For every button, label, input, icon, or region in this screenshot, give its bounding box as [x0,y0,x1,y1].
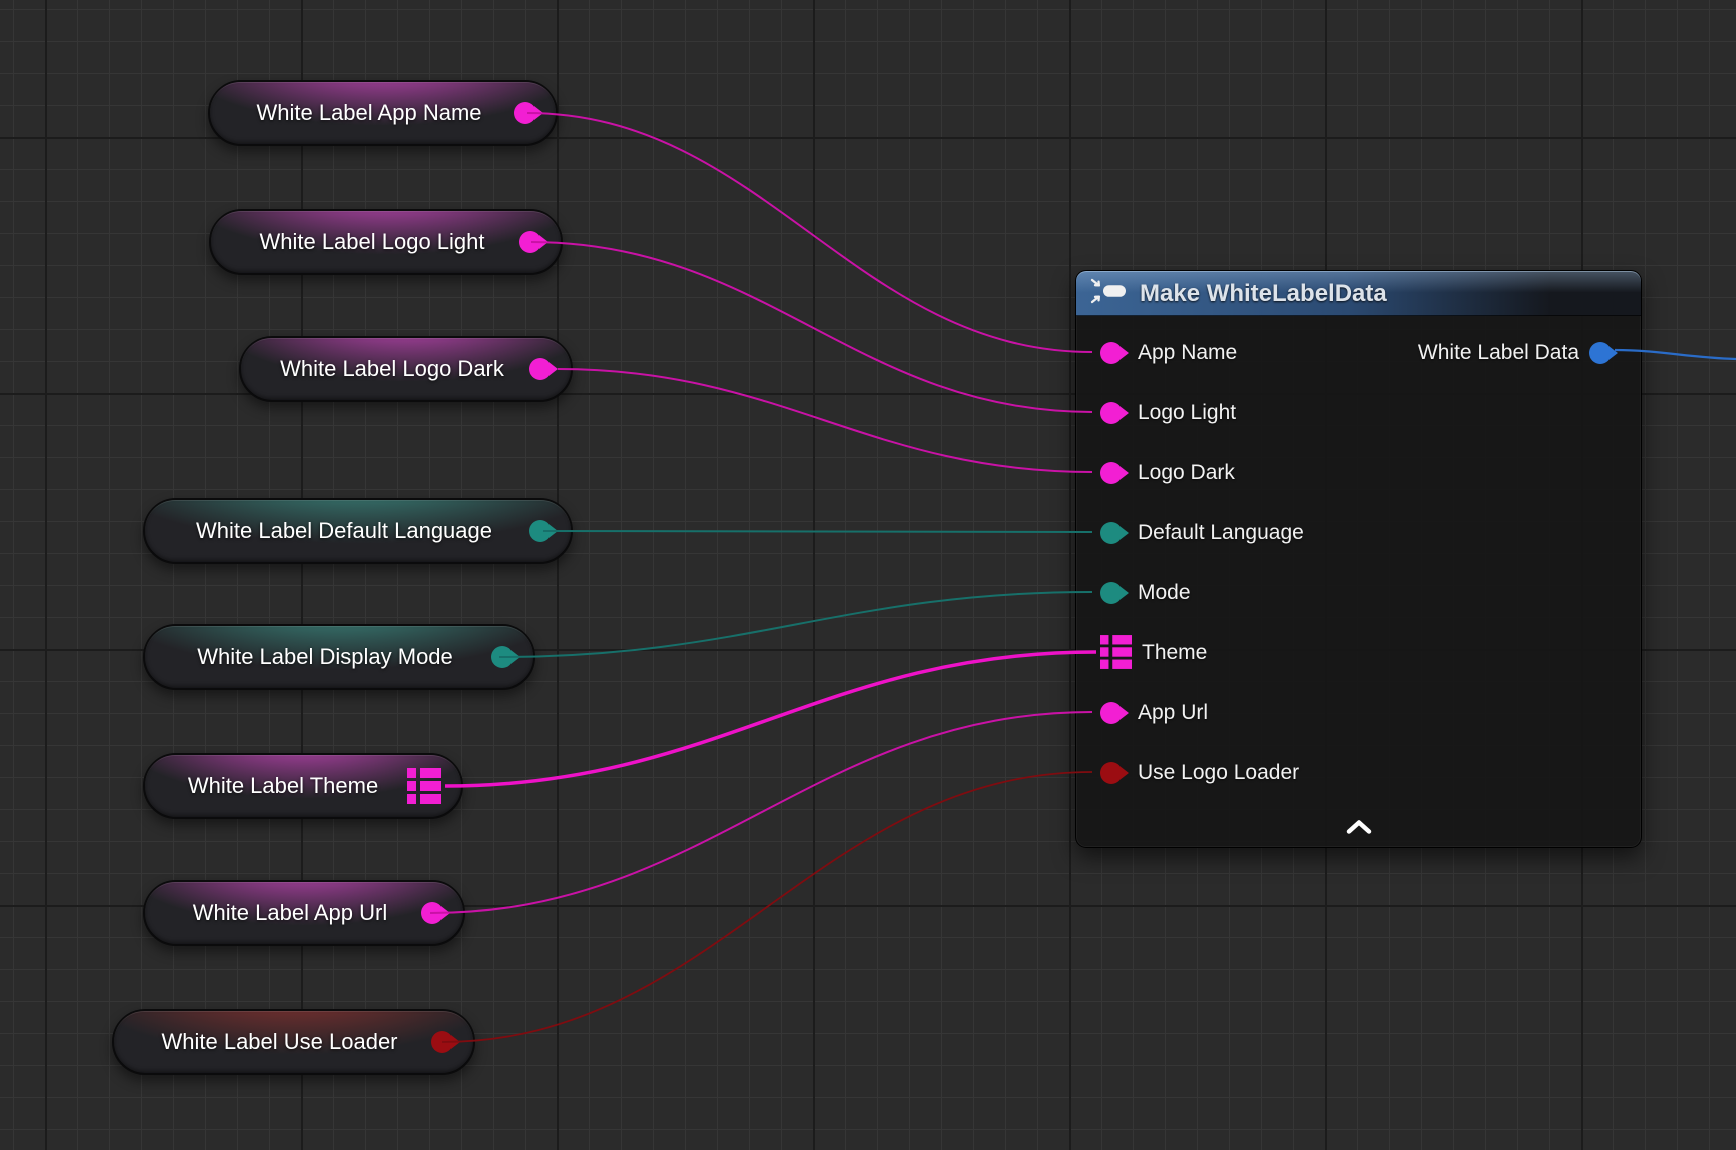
wire-display-mode[interactable] [499,592,1092,657]
string-input-pin[interactable] [1100,702,1122,724]
pin-label: Logo Light [1138,401,1236,425]
variable-node-label: White Label Logo Light [235,229,509,255]
wire-app-url[interactable] [430,712,1092,913]
enum-input-pin[interactable] [1100,582,1122,604]
wire-default-language[interactable] [543,531,1092,532]
collapse-advanced-pins-button[interactable] [1337,817,1381,841]
struct-pin-icon[interactable] [1100,635,1134,671]
enum-output-pin[interactable] [491,646,513,668]
variable-node-label: White Label Logo Dark [265,356,519,382]
blueprint-graph-canvas[interactable]: White Label App Name White Label Logo Li… [0,0,1736,1150]
struct-pin-icon[interactable] [407,768,441,804]
pin-label: Default Language [1138,521,1304,545]
chevron-up-icon [1344,818,1374,840]
input-pin-row-mode: Mode [1076,563,1641,623]
bool-output-pin[interactable] [431,1031,453,1053]
variable-node-label: White Label Use Loader [138,1029,421,1055]
struct-output-pin[interactable] [1589,342,1611,364]
variable-node-white-label-display-mode[interactable]: White Label Display Mode [143,624,535,690]
wire-app-name[interactable] [527,113,1092,352]
variable-node-white-label-use-loader[interactable]: White Label Use Loader [112,1009,475,1075]
variable-node-white-label-app-url[interactable]: White Label App Url [143,880,465,946]
wire-theme[interactable] [445,652,1096,786]
bool-input-pin[interactable] [1100,762,1122,784]
variable-node-white-label-theme[interactable]: White Label Theme [143,753,463,819]
make-struct-icon [1090,278,1128,309]
variable-node-label: White Label Default Language [169,518,519,544]
string-output-pin[interactable] [519,231,541,253]
pin-label: White Label Data [1418,341,1579,365]
string-input-pin[interactable] [1100,402,1122,424]
pin-label: App Url [1138,701,1208,725]
input-pin-row-theme: Theme [1076,623,1641,683]
input-pin-row-app-url: App Url [1076,683,1641,743]
wire-logo-dark[interactable] [558,369,1092,472]
string-output-pin[interactable] [514,102,536,124]
enum-input-pin[interactable] [1100,522,1122,544]
variable-node-white-label-logo-dark[interactable]: White Label Logo Dark [239,336,573,402]
string-input-pin[interactable] [1100,342,1122,364]
pin-label: Mode [1138,581,1191,605]
string-output-pin[interactable] [421,902,443,924]
wire-use-loader[interactable] [442,772,1092,1042]
pin-label: Use Logo Loader [1138,761,1299,785]
variable-node-white-label-app-name[interactable]: White Label App Name [208,80,558,146]
variable-node-white-label-logo-light[interactable]: White Label Logo Light [209,209,563,275]
input-pin-row-logo-light: Logo Light [1076,383,1641,443]
input-pin-row-use-logo-loader: Use Logo Loader [1076,743,1641,803]
variable-node-white-label-default-language[interactable]: White Label Default Language [143,498,573,564]
pin-label: App Name [1138,341,1237,365]
input-pins: App Name Logo Light Logo Dark Default La… [1076,323,1641,803]
variable-node-label: White Label Display Mode [169,644,481,670]
wire-logo-light[interactable] [531,242,1092,412]
string-input-pin[interactable] [1100,462,1122,484]
pin-label: Logo Dark [1138,461,1235,485]
variable-node-label: White Label App Url [169,900,411,926]
node-header[interactable]: Make WhiteLabelData [1076,271,1641,316]
output-pin-row-white-label-data: White Label Data [1418,338,1641,368]
string-output-pin[interactable] [529,358,551,380]
pin-label: Theme [1142,641,1207,665]
variable-node-label: White Label Theme [169,773,397,799]
input-pin-row-default-language: Default Language [1076,503,1641,563]
enum-output-pin[interactable] [529,520,551,542]
make-whitelabeldata-node[interactable]: Make WhiteLabelData App Name Logo Light … [1075,270,1642,848]
variable-node-label: White Label App Name [234,100,504,126]
input-pin-row-logo-dark: Logo Dark [1076,443,1641,503]
node-title: Make WhiteLabelData [1140,280,1387,308]
